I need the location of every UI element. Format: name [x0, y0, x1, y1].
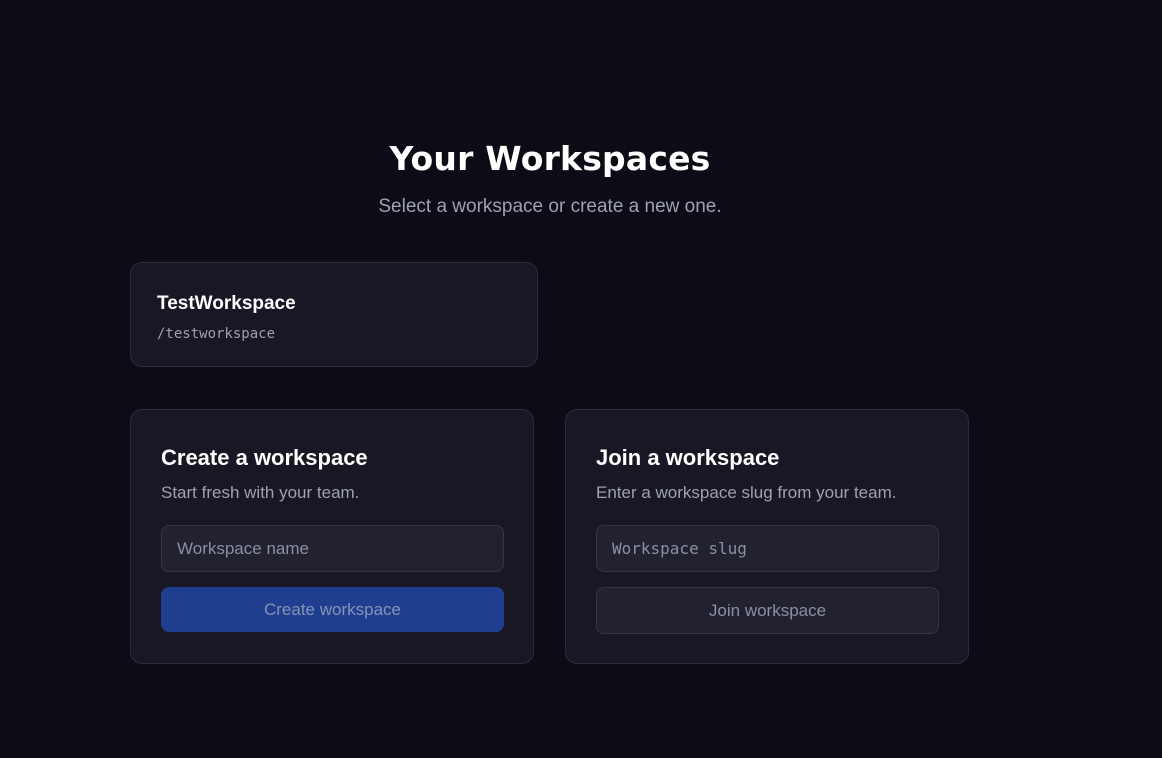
join-workspace-title: Join a workspace: [596, 445, 780, 470]
create-workspace-button[interactable]: Create workspace: [161, 587, 504, 632]
workspace-slug: /testworkspace: [157, 326, 276, 342]
join-workspace-panel: Join a workspace Enter a workspace slug …: [565, 409, 969, 664]
page-title: Your Workspaces: [389, 139, 711, 178]
workspace-name: TestWorkspace: [157, 293, 296, 314]
create-workspace-panel: Create a workspace Start fresh with your…: [130, 409, 534, 664]
workspace-name-input[interactable]: [161, 525, 504, 572]
join-workspace-button[interactable]: Join workspace: [596, 587, 939, 634]
workspace-card[interactable]: TestWorkspace /testworkspace: [130, 262, 538, 367]
workspace-slug-input[interactable]: [596, 525, 939, 572]
create-workspace-title: Create a workspace: [161, 445, 368, 470]
join-workspace-description: Enter a workspace slug from your team.: [596, 483, 897, 502]
create-workspace-description: Start fresh with your team.: [161, 483, 360, 502]
page-subtitle: Select a workspace or create a new one.: [378, 196, 722, 217]
